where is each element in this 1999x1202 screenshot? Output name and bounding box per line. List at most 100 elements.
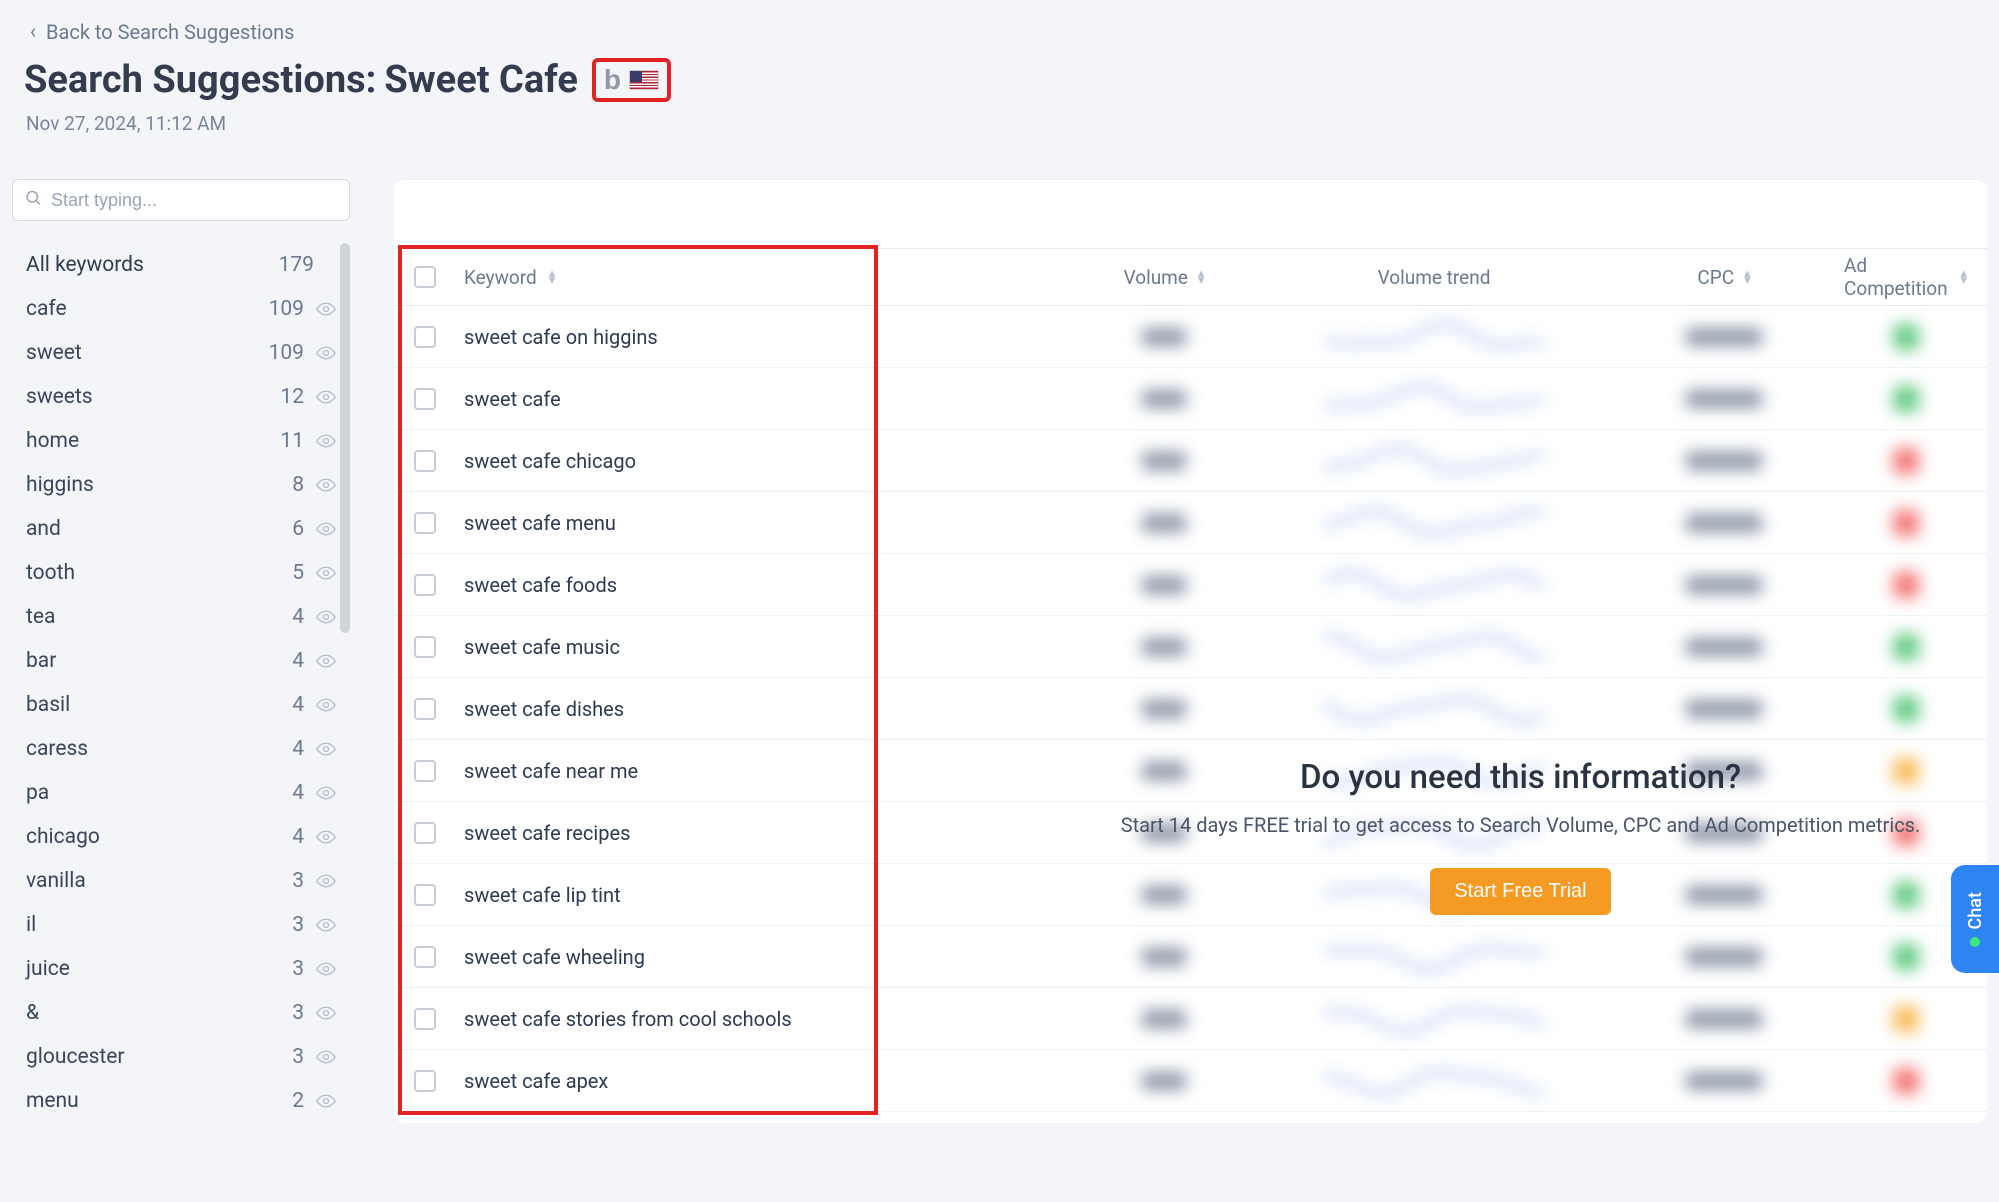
all-keywords-count: 179 [279, 253, 314, 277]
sidebar-item-label: caress [26, 737, 272, 761]
sidebar-item-label: il [26, 913, 272, 937]
eye-icon[interactable] [316, 915, 336, 935]
page-title: Search Suggestions: Sweet Cafe b [12, 58, 1987, 112]
eye-icon[interactable] [316, 1003, 336, 1023]
back-link[interactable]: ‹ Back to Search Suggestions [12, 12, 307, 58]
keyword-cell[interactable]: sweet cafe stories from cool schools [464, 1007, 792, 1031]
table-row: sweet cafe foods [394, 554, 1987, 616]
row-checkbox[interactable] [414, 388, 436, 410]
eye-icon[interactable] [316, 563, 336, 583]
eye-icon[interactable] [316, 431, 336, 451]
sidebar-item-label: vanilla [26, 869, 272, 893]
keyword-cell[interactable]: sweet cafe menu [464, 511, 616, 535]
eye-icon[interactable] [316, 695, 336, 715]
column-header-cpc-label: CPC [1697, 266, 1734, 289]
all-keywords-label: All keywords [26, 253, 144, 277]
trend-cell-blurred [1324, 569, 1544, 601]
keyword-cell[interactable]: sweet cafe [464, 387, 561, 411]
keyword-cell[interactable]: sweet cafe music [464, 635, 620, 659]
keyword-cell[interactable]: sweet cafe near me [464, 759, 638, 783]
bing-icon: b [604, 64, 621, 96]
sidebar-item[interactable]: juice3 [12, 947, 350, 991]
sidebar-item[interactable]: menu2 [12, 1079, 350, 1123]
sidebar-item[interactable]: higgins8 [12, 463, 350, 507]
sidebar-item[interactable]: vanilla3 [12, 859, 350, 903]
row-checkbox[interactable] [414, 636, 436, 658]
sidebar-item[interactable]: and6 [12, 507, 350, 551]
search-input[interactable] [12, 179, 350, 221]
chat-widget[interactable]: Chat [1951, 865, 1999, 973]
sidebar-item[interactable]: basil4 [12, 683, 350, 727]
eye-icon[interactable] [316, 299, 336, 319]
trend-cell-blurred [1324, 1003, 1544, 1035]
keyword-cell[interactable]: sweet cafe foods [464, 573, 617, 597]
keyword-cell[interactable]: sweet cafe chicago [464, 449, 636, 473]
volume-cell-blurred [1142, 638, 1186, 656]
sidebar-item-all-keywords[interactable]: All keywords 179 [12, 243, 350, 287]
sidebar-item-count: 4 [272, 649, 304, 673]
keyword-cell[interactable]: sweet cafe dishes [464, 697, 624, 721]
table-row: sweet cafe on higgins [394, 306, 1987, 368]
select-all-checkbox[interactable] [414, 266, 436, 288]
column-header-keyword[interactable]: Keyword ▴▾ [464, 266, 1064, 289]
column-header-ad-competition[interactable]: Ad Competition ▴▾ [1844, 254, 1967, 300]
row-checkbox[interactable] [414, 450, 436, 472]
row-checkbox[interactable] [414, 822, 436, 844]
cpc-cell-blurred [1686, 948, 1762, 966]
keyword-cell[interactable]: sweet cafe apex [464, 1069, 608, 1093]
column-header-volume[interactable]: Volume ▴▾ [1064, 266, 1264, 289]
sidebar-item[interactable]: tea4 [12, 595, 350, 639]
sidebar-item[interactable]: caress4 [12, 727, 350, 771]
sidebar-item[interactable]: cafe109 [12, 287, 350, 331]
row-checkbox[interactable] [414, 512, 436, 534]
timestamp: Nov 27, 2024, 11:12 AM [12, 112, 1987, 135]
table-row: sweet cafe stories from cool schools [394, 988, 1987, 1050]
eye-icon[interactable] [316, 1091, 336, 1111]
eye-icon[interactable] [316, 651, 336, 671]
eye-icon[interactable] [316, 387, 336, 407]
ad-competition-cell-blurred [1893, 572, 1919, 598]
eye-icon[interactable] [316, 343, 336, 363]
row-checkbox[interactable] [414, 1008, 436, 1030]
row-checkbox[interactable] [414, 698, 436, 720]
ad-competition-cell-blurred [1893, 634, 1919, 660]
search-input-wrap [12, 179, 350, 221]
eye-icon[interactable] [316, 1047, 336, 1067]
keyword-cell[interactable]: sweet cafe on higgins [464, 325, 658, 349]
column-header-volume-trend[interactable]: Volume trend [1264, 266, 1604, 289]
keyword-cell[interactable]: sweet cafe lip tint [464, 883, 621, 907]
sidebar-item[interactable]: pa4 [12, 771, 350, 815]
row-checkbox[interactable] [414, 326, 436, 348]
eye-icon[interactable] [316, 519, 336, 539]
eye-icon[interactable] [316, 739, 336, 759]
chat-label: Chat [1965, 892, 1986, 929]
scrollbar-thumb[interactable] [340, 243, 350, 633]
sidebar-item[interactable]: gloucester3 [12, 1035, 350, 1079]
sidebar: All keywords 179 cafe109sweet109sweets12… [12, 179, 350, 1123]
sidebar-item[interactable]: bar4 [12, 639, 350, 683]
eye-icon[interactable] [316, 871, 336, 891]
eye-icon[interactable] [316, 475, 336, 495]
table-row: sweet cafe [394, 368, 1987, 430]
sidebar-item[interactable]: sweet109 [12, 331, 350, 375]
sidebar-item[interactable]: il3 [12, 903, 350, 947]
row-checkbox[interactable] [414, 1070, 436, 1092]
column-header-cpc[interactable]: CPC ▴▾ [1604, 266, 1844, 289]
row-checkbox[interactable] [414, 884, 436, 906]
eye-icon[interactable] [316, 607, 336, 627]
eye-icon[interactable] [316, 959, 336, 979]
sidebar-item-count: 3 [272, 957, 304, 981]
row-checkbox[interactable] [414, 574, 436, 596]
sidebar-item[interactable]: chicago4 [12, 815, 350, 859]
sidebar-item[interactable]: &3 [12, 991, 350, 1035]
start-free-trial-button[interactable]: Start Free Trial [1430, 868, 1610, 915]
row-checkbox[interactable] [414, 760, 436, 782]
keyword-cell[interactable]: sweet cafe recipes [464, 821, 630, 845]
keyword-cell[interactable]: sweet cafe wheeling [464, 945, 645, 969]
eye-icon[interactable] [316, 783, 336, 803]
eye-icon[interactable] [316, 827, 336, 847]
sidebar-item[interactable]: home11 [12, 419, 350, 463]
sidebar-item[interactable]: tooth5 [12, 551, 350, 595]
sidebar-item[interactable]: sweets12 [12, 375, 350, 419]
row-checkbox[interactable] [414, 946, 436, 968]
